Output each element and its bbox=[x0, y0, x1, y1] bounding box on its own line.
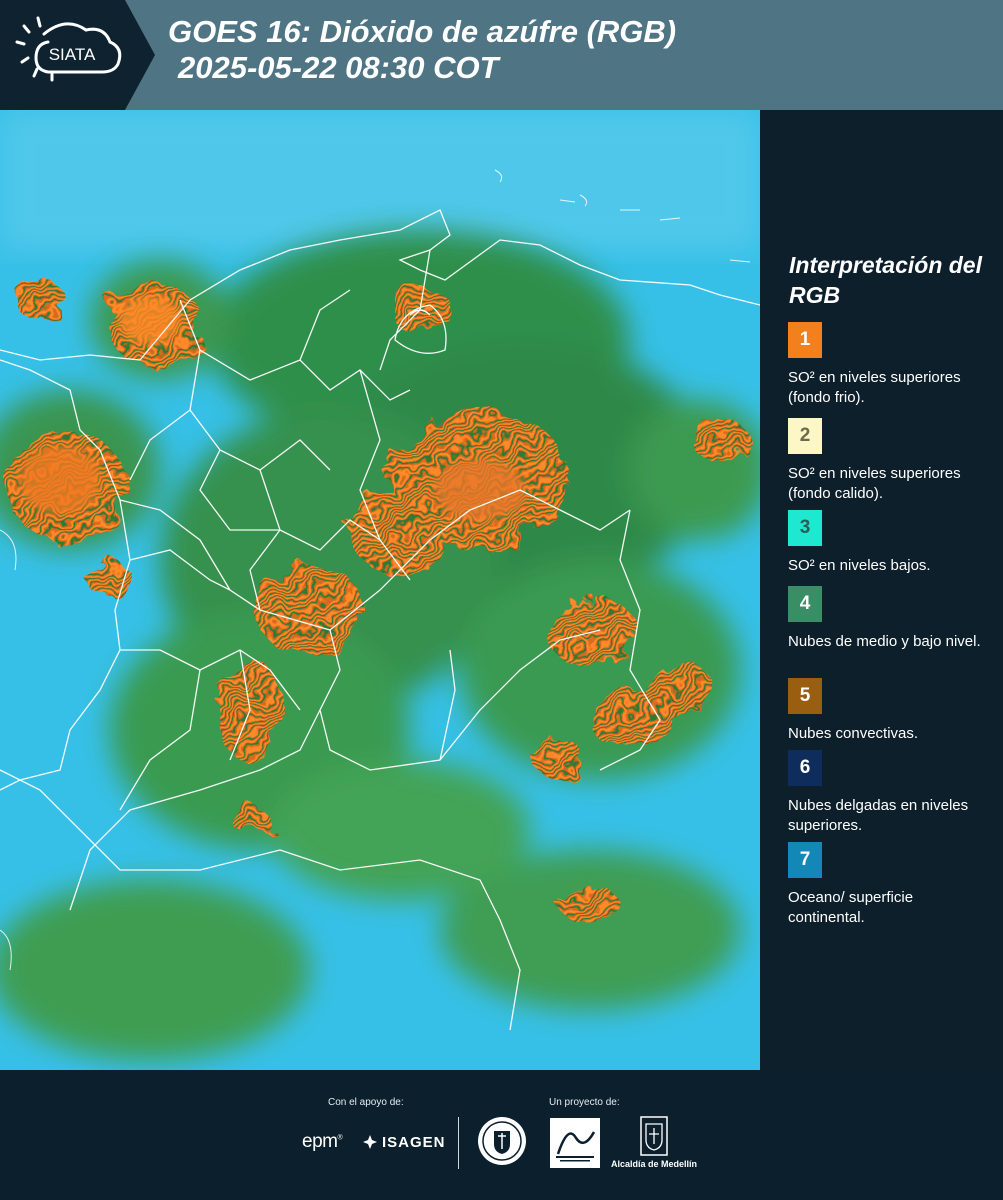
legend-item-2: 2 SO² en niveles superiores (fondo calid… bbox=[788, 418, 993, 504]
footer: Con el apoyo de: Un proyecto de: epm® IS… bbox=[0, 1070, 1003, 1200]
legend-swatch-4: 4 bbox=[788, 586, 822, 622]
legend-swatch-5: 5 bbox=[788, 678, 822, 714]
epm-logo: epm® bbox=[302, 1131, 343, 1152]
siata-logo: SIATA bbox=[15, 16, 122, 82]
legend-panel: Interpretación del RGB 1 SO² en niveles … bbox=[760, 110, 1003, 1070]
legend-item-5: 5 Nubes convectivas. bbox=[788, 678, 993, 744]
legend-swatch-7: 7 bbox=[788, 842, 822, 878]
legend-swatch-1: 1 bbox=[788, 322, 822, 358]
page-title: GOES 16: Dióxido de azúfre (RGB) 2025-05… bbox=[168, 14, 676, 86]
medellin-seal-icon bbox=[478, 1117, 526, 1165]
title-line-2: 2025-05-22 08:30 COT bbox=[178, 50, 499, 85]
legend-number-3: 3 bbox=[799, 517, 811, 538]
legend-text-1: SO² en niveles superiores (fondo frio). bbox=[788, 369, 961, 406]
legend-text-2: SO² en niveles superiores (fondo calido)… bbox=[788, 465, 961, 502]
satellite-map bbox=[0, 110, 760, 1070]
map-image bbox=[0, 110, 760, 1070]
legend-text-3: SO² en niveles bajos. bbox=[788, 557, 931, 574]
legend-item-4: 4 Nubes de medio y bajo nivel. bbox=[788, 586, 993, 652]
legend-title: Interpretación del RGB bbox=[789, 252, 982, 308]
legend-number-7: 7 bbox=[799, 849, 811, 870]
area-metropolitana-logo bbox=[550, 1118, 600, 1168]
legend-number-1: 1 bbox=[799, 329, 811, 350]
legend-item-6: 6 Nubes delgadas en niveles superiores. bbox=[788, 750, 993, 836]
svg-text:SIATA: SIATA bbox=[49, 45, 96, 64]
legend-swatch-2: 2 bbox=[788, 418, 822, 454]
legend-swatch-6: 6 bbox=[788, 750, 822, 786]
legend-number-5: 5 bbox=[799, 685, 811, 706]
support-label: Con el apoyo de: bbox=[328, 1097, 404, 1108]
legend-item-1: 1 SO² en niveles superiores (fondo frio)… bbox=[788, 322, 993, 408]
alcaldia-shield-icon bbox=[640, 1116, 668, 1156]
legend-item-3: 3 SO² en niveles bajos. bbox=[788, 510, 993, 576]
legend-text-5: Nubes convectivas. bbox=[788, 725, 919, 742]
project-label: Un proyecto de: bbox=[549, 1097, 620, 1108]
legend-swatch-3: 3 bbox=[788, 510, 822, 546]
footer-divider bbox=[458, 1117, 459, 1169]
legend-text-4: Nubes de medio y bajo nivel. bbox=[788, 633, 981, 650]
legend-text-6: Nubes delgadas en niveles superiores. bbox=[788, 797, 969, 834]
isagen-icon bbox=[363, 1135, 377, 1149]
legend-item-7: 7 Oceano/ superficie continental. bbox=[788, 842, 993, 928]
alcaldia-label: Alcaldía de Medellín bbox=[611, 1159, 698, 1169]
legend-number-6: 6 bbox=[799, 757, 811, 778]
legend-number-2: 2 bbox=[799, 425, 811, 446]
legend-number-4: 4 bbox=[799, 593, 811, 614]
title-line-1: GOES 16: Dióxido de azúfre (RGB) bbox=[168, 14, 677, 49]
isagen-logo: ISAGEN bbox=[362, 1132, 446, 1152]
header: SIATA GOES 16: Dióxido de azúfre (RGB) 2… bbox=[0, 0, 1003, 110]
legend-text-7: Oceano/ superficie continental. bbox=[788, 889, 914, 926]
